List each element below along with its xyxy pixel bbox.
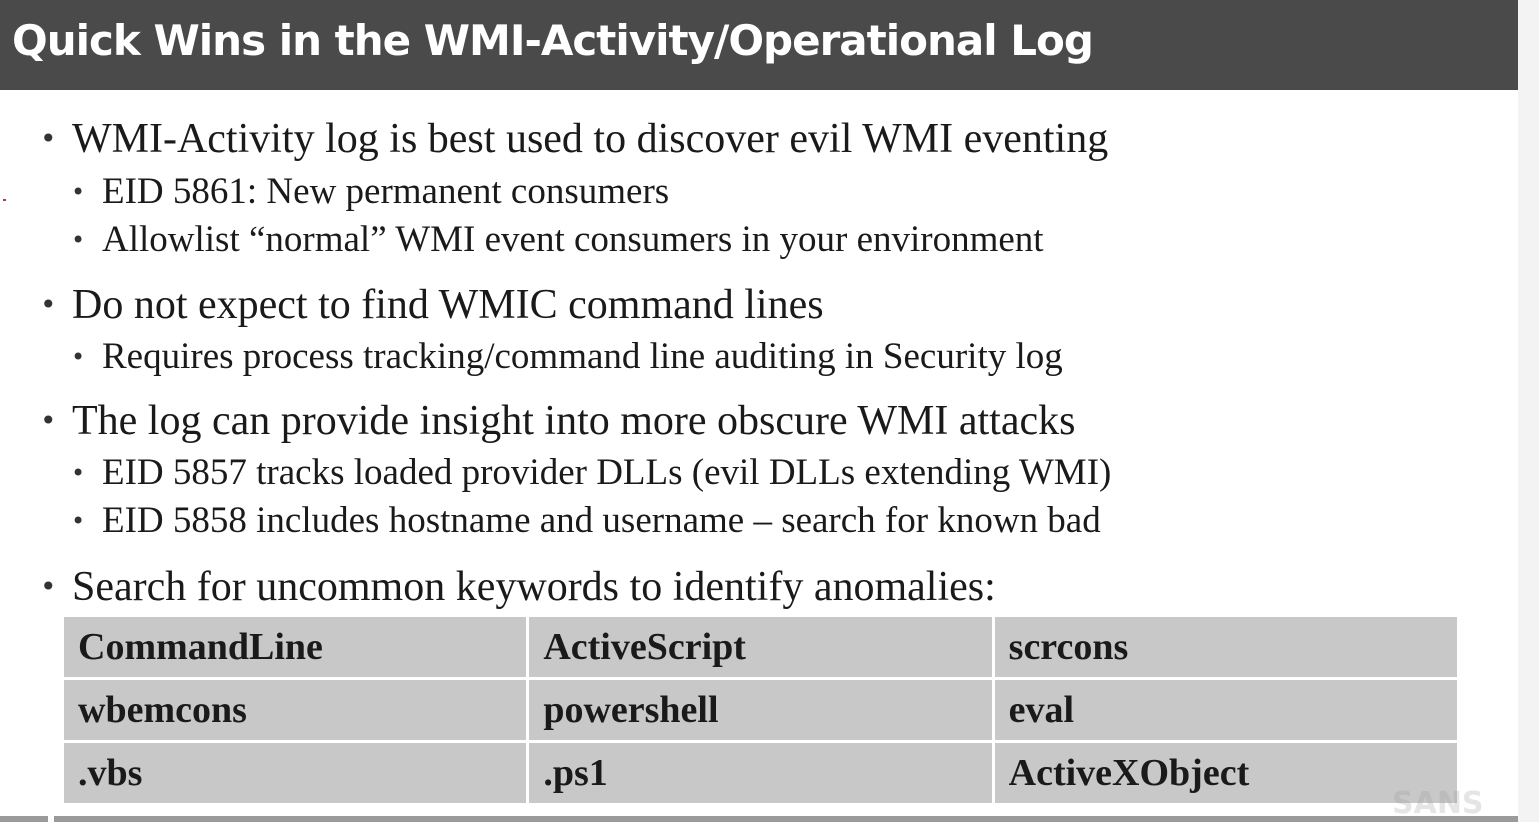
sans-logo-watermark: SANS — [1392, 786, 1484, 821]
bullet-dot: • — [40, 404, 57, 437]
bullet-item: • Search for uncommon keywords to identi… — [40, 563, 996, 611]
sub-bullet-text: EID 5861: New permanent consumers — [102, 171, 670, 212]
bullet-dot: • — [71, 459, 86, 487]
footer-rule-gap — [48, 816, 54, 822]
sub-bullet-text: Allowlist “normal” WMI event consumers i… — [102, 219, 1044, 260]
sub-bullet-item: • EID 5857 tracks loaded provider DLLs (… — [71, 451, 1112, 495]
bullet-item: • The log can provide insight into more … — [40, 397, 1076, 445]
table-cell: wbemcons — [60, 677, 530, 743]
table-row: wbemcons powershell eval — [60, 677, 1461, 743]
bullet-dot: • — [71, 178, 86, 206]
table-cell: CommandLine — [60, 614, 530, 680]
bullet-dot: • — [40, 288, 57, 321]
slide-title: Quick Wins in the WMI-Activity/Operation… — [12, 16, 1094, 65]
bullet-dot: • — [71, 343, 86, 371]
table-cell: .vbs — [60, 740, 530, 806]
table-cell: ActiveScript — [526, 614, 995, 680]
bullet-item: • WMI-Activity log is best used to disco… — [40, 115, 1109, 163]
sub-bullet-text: Requires process tracking/command line a… — [102, 336, 1063, 377]
sub-bullet-item: • EID 5861: New permanent consumers — [71, 170, 670, 214]
bullet-text: Search for uncommon keywords to identify… — [72, 564, 996, 610]
table-cell: ActiveXObject — [991, 740, 1461, 806]
table-cell: powershell — [526, 677, 995, 743]
bullet-dot: • — [40, 122, 57, 155]
bullet-text: WMI-Activity log is best used to discove… — [72, 116, 1109, 162]
bullet-text: The log can provide insight into more ob… — [72, 398, 1076, 444]
table-row: .vbs .ps1 ActiveXObject — [60, 740, 1461, 806]
sub-bullet-item: • Requires process tracking/command line… — [71, 335, 1063, 379]
pointer-mark — [3, 199, 6, 201]
sub-bullet-text: EID 5857 tracks loaded provider DLLs (ev… — [102, 452, 1112, 493]
sub-bullet-item: • EID 5858 includes hostname and usernam… — [71, 499, 1101, 543]
footer-rule — [0, 816, 1518, 822]
sub-bullet-item: • Allowlist “normal” WMI event consumers… — [71, 218, 1044, 262]
slide-title-bar: Quick Wins in the WMI-Activity/Operation… — [0, 0, 1518, 90]
table-row: CommandLine ActiveScript scrcons — [60, 614, 1461, 680]
keyword-table: CommandLine ActiveScript scrcons wbemcon… — [60, 614, 1461, 806]
bullet-dot: • — [71, 226, 86, 254]
bullet-dot: • — [71, 507, 86, 535]
bullet-text: Do not expect to find WMIC command lines — [72, 282, 824, 328]
table-cell: scrcons — [991, 614, 1461, 680]
window-edge — [1518, 0, 1539, 822]
sub-bullet-text: EID 5858 includes hostname and username … — [102, 500, 1101, 541]
table-cell: .ps1 — [526, 740, 995, 806]
bullet-dot: • — [40, 570, 57, 603]
bullet-item: • Do not expect to find WMIC command lin… — [40, 281, 824, 329]
table-cell: eval — [991, 677, 1461, 743]
